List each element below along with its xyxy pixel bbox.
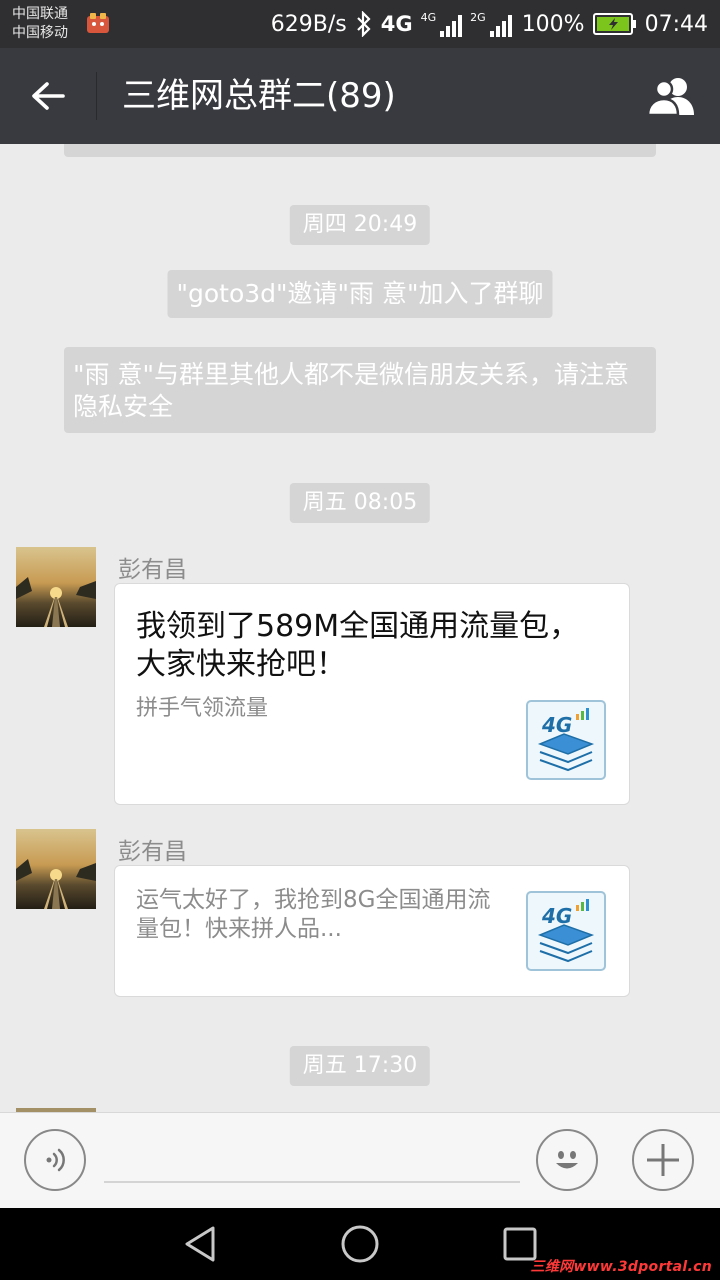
timestamp: 周五 08:05 (289, 483, 431, 523)
message-list[interactable]: 周四 20:49 "goto3d"邀请"雨 意"加入了群聊 "雨 意"与群里其他… (0, 144, 720, 1112)
more-functions-button[interactable] (632, 1129, 694, 1191)
carrier-info: 中国联通 中国移动 (12, 5, 68, 43)
group-members-button[interactable] (642, 70, 702, 122)
watermark: 三维网www.3dportal.cn (530, 1259, 712, 1275)
previous-system-message (64, 144, 656, 157)
card-description: 运气太好了，我抢到8G全国通用流量包！快来拼人品... (136, 887, 491, 942)
voice-icon (46, 1148, 65, 1172)
signal-strength-icon-1: 4G (421, 11, 463, 37)
input-bar (0, 1112, 720, 1208)
chat-header: 三维网总群二(89) (0, 48, 720, 144)
nav-back-icon (185, 1226, 215, 1262)
plus-icon (647, 1144, 679, 1176)
sender-name: 彭有昌 (118, 557, 187, 583)
network-speed: 629B/s (270, 11, 347, 37)
voice-toggle-button[interactable] (24, 1129, 86, 1191)
card-description: 拼手气领流量 (136, 696, 269, 721)
status-indicators: 629B/s 4G 4G 2G 100% 07:44 (271, 0, 708, 48)
battery-icon (592, 13, 637, 35)
avatar[interactable] (16, 547, 96, 627)
message-input[interactable] (104, 1137, 520, 1183)
sender-name: 彭有昌 (118, 839, 187, 865)
notification-app-icon (86, 12, 110, 34)
4g-badge-text: 4G (541, 904, 572, 928)
nav-home-icon (341, 1225, 379, 1263)
link-card-message[interactable]: 我领到了589M全国通用流量包，大家快来抢吧！ 拼手气领流量 4G (114, 583, 630, 805)
timestamp: 周五 17:30 (289, 1046, 431, 1086)
battery-percent: 100% (521, 11, 585, 37)
card-title: 我领到了589M全国通用流量包，大家快来抢吧！ (136, 609, 580, 682)
system-navigation-bar: 三维网www.3dportal.cn (0, 1208, 720, 1280)
emoji-icon (556, 1151, 578, 1169)
system-message-invite: "goto3d"邀请"雨 意"加入了群聊 (167, 270, 553, 318)
carrier-2: 中国移动 (12, 25, 68, 41)
network-type-1: 4G (380, 12, 413, 36)
system-message-privacy: "雨 意"与群里其他人都不是微信朋友关系，请注意隐私安全 (64, 347, 656, 433)
nav-home-button[interactable] (338, 1222, 382, 1266)
status-bar: 中国联通 中国移动 629B/s 4G 4G 2G 100% 07:44 (0, 0, 720, 48)
4g-data-pack-icon: 4G (526, 891, 606, 971)
4g-data-pack-icon: 4G (526, 700, 606, 780)
network-type-2: 4G (420, 11, 437, 24)
emoji-button[interactable] (536, 1129, 598, 1191)
4g-badge-text: 4G (541, 713, 572, 737)
clock: 07:44 (644, 11, 708, 37)
header-divider (96, 72, 97, 120)
avatar-image (16, 547, 96, 627)
carrier-1: 中国联通 (12, 6, 68, 22)
network-type-3: 2G (470, 11, 486, 24)
bluetooth-icon (355, 11, 373, 37)
avatar-image (16, 829, 96, 909)
nav-back-button[interactable] (178, 1222, 222, 1266)
group-members-icon (646, 78, 694, 117)
timestamp: 周四 20:49 (289, 205, 431, 245)
avatar[interactable] (16, 829, 96, 909)
signal-strength-icon-2: 2G (470, 11, 512, 37)
arrow-left-icon (32, 82, 65, 110)
back-button[interactable] (18, 68, 78, 124)
chat-title: 三维网总群二(89) (122, 76, 396, 116)
link-card-message[interactable]: 运气太好了，我抢到8G全国通用流量包！快来拼人品... 4G (114, 865, 630, 997)
